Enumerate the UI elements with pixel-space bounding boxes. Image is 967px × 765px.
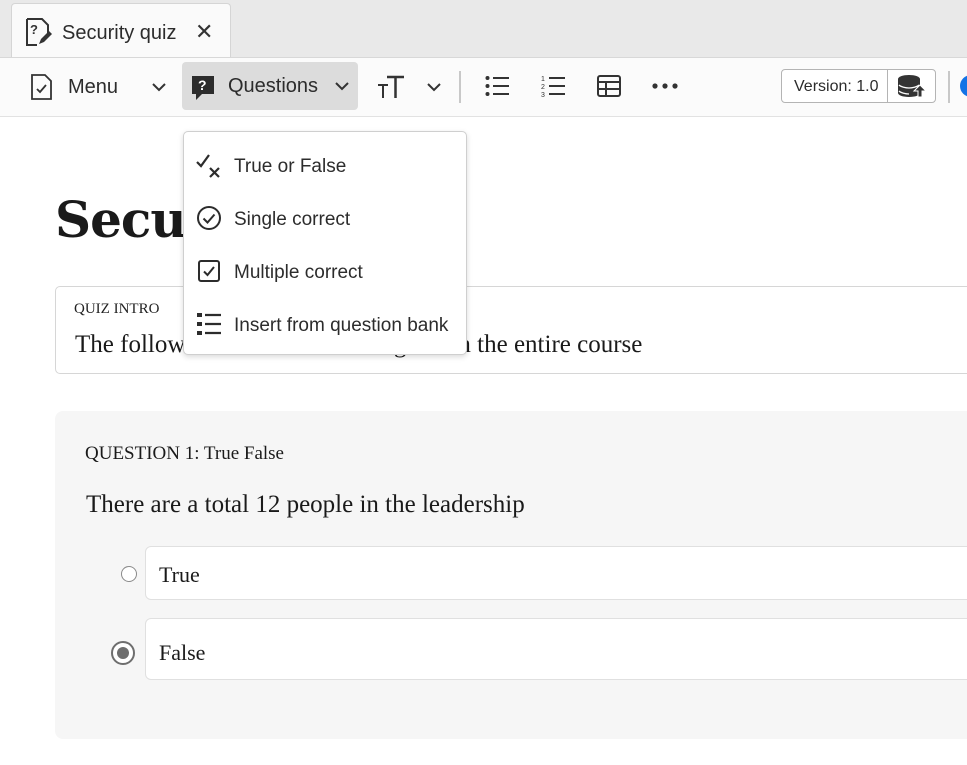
tab-title: Security quiz — [62, 22, 177, 44]
tab-bar: ? Security quiz ✕ — [0, 0, 967, 58]
svg-text:?: ? — [198, 77, 207, 93]
document-check-icon — [31, 74, 52, 100]
menu-item-label: Single correct — [234, 209, 351, 230]
questions-dropdown-menu: True or False Single correct Multiple co… — [183, 131, 467, 355]
toolbar-divider — [948, 71, 950, 103]
menu-item-label: Insert from question bank — [234, 315, 449, 336]
svg-text:?: ? — [30, 22, 38, 37]
circle-check-icon — [197, 206, 221, 230]
close-icon[interactable]: ✕ — [195, 19, 213, 45]
radio-false[interactable] — [111, 641, 135, 665]
numbered-list-icon[interactable]: 1 2 3 — [541, 74, 565, 98]
question-card: QUESTION 1: True False There are a total… — [55, 411, 967, 739]
svg-text:3: 3 — [541, 92, 545, 98]
question-text: There are a total 12 people in the leade… — [86, 491, 525, 518]
more-options-icon[interactable] — [652, 83, 678, 89]
questions-label: Questions — [228, 75, 319, 97]
checkbox-checked-icon — [198, 260, 220, 282]
bullet-list-icon[interactable] — [485, 75, 509, 97]
option-label: False — [159, 640, 206, 665]
toolbar: Menu ? Questions 1 2 3 Version: 1.0 — [0, 58, 967, 117]
tab-security-quiz[interactable]: ? Security quiz ✕ — [11, 3, 231, 57]
quiz-document-icon: ? — [26, 18, 52, 46]
chevron-down-icon[interactable] — [427, 82, 441, 92]
true-false-icon — [196, 154, 220, 178]
radio-true[interactable] — [121, 566, 137, 582]
option-label: True — [159, 562, 200, 587]
version-separator — [887, 70, 888, 102]
database-upload-icon[interactable] — [896, 74, 926, 100]
menu-item-label: True or False — [234, 156, 347, 177]
toolbar-divider — [459, 71, 461, 103]
quiz-intro-text-start: The follow — [75, 331, 186, 358]
question-header: QUESTION 1: True False — [85, 443, 284, 464]
text-size-icon — [378, 75, 404, 98]
chevron-down-icon[interactable] — [152, 82, 166, 92]
quiz-intro-label: QUIZ INTRO — [74, 301, 160, 317]
option-false[interactable]: False — [145, 618, 967, 680]
menu-item-label: Multiple correct — [234, 262, 363, 283]
list-icon — [197, 313, 221, 335]
table-icon[interactable] — [597, 75, 621, 97]
menu-button[interactable]: Menu — [30, 58, 166, 116]
svg-text:2: 2 — [541, 84, 545, 91]
menu-item-single-correct[interactable]: Single correct — [184, 191, 466, 244]
version-label: Version: 1.0 — [794, 78, 879, 95]
option-true[interactable]: True — [145, 546, 967, 600]
menu-label: Menu — [68, 75, 119, 98]
version-control[interactable]: Version: 1.0 — [781, 69, 936, 103]
questions-button[interactable]: ? Questions — [182, 62, 358, 110]
question-bubble-icon: ? — [192, 76, 214, 100]
svg-text:1: 1 — [541, 76, 545, 83]
menu-item-true-or-false[interactable]: True or False — [184, 138, 466, 191]
menu-item-multiple-correct[interactable]: Multiple correct — [184, 244, 466, 297]
chevron-down-icon[interactable] — [335, 82, 349, 91]
menu-item-insert-from-question-bank[interactable]: Insert from question bank — [184, 297, 466, 350]
text-size-button[interactable] — [377, 58, 441, 116]
account-icon[interactable] — [960, 75, 967, 97]
